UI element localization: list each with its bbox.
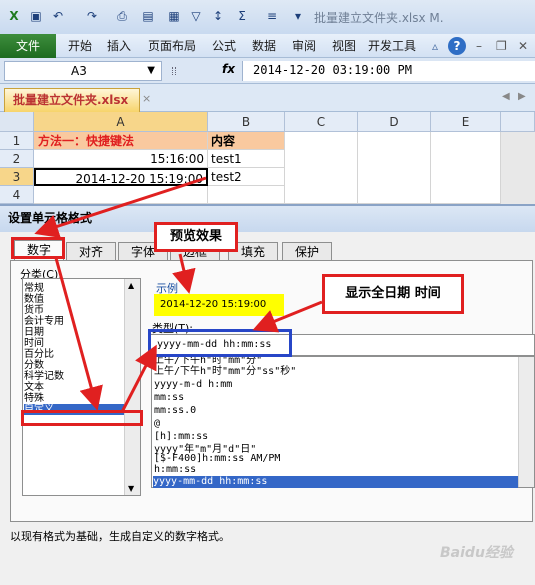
arrow-cell-to-number-tab — [34, 176, 207, 238]
arrow-tab-to-custom — [54, 257, 103, 411]
annotation-arrows — [34, 176, 323, 413]
arrow-preview-to-sample — [172, 253, 196, 294]
arrow-callout-to-type — [252, 300, 323, 333]
arrow-custom-to-type — [120, 344, 157, 413]
